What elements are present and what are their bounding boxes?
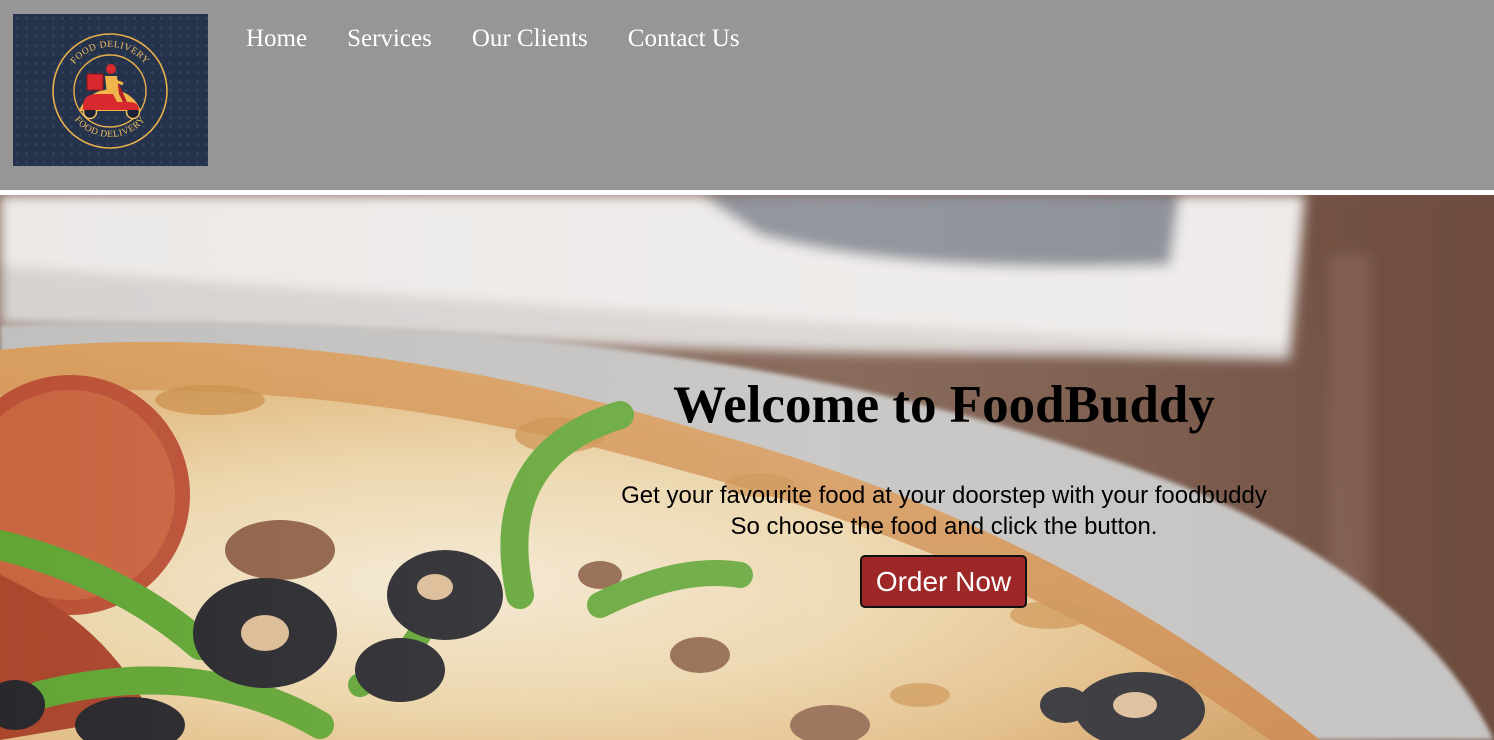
nav-link-services[interactable]: Services bbox=[347, 24, 432, 54]
nav-link-our-clients[interactable]: Our Clients bbox=[472, 24, 588, 54]
svg-text:FOOD DELIVERY: FOOD DELIVERY bbox=[69, 40, 151, 66]
nav-link-home[interactable]: Home bbox=[246, 24, 307, 54]
site-header: FOOD DELIVERY FOOD DELIVERY Home Service… bbox=[0, 0, 1494, 190]
main-nav: Home Services Our Clients Contact Us bbox=[246, 24, 740, 54]
hero-tagline: Get your favourite food at your doorstep… bbox=[584, 480, 1304, 542]
pizza-background-image bbox=[0, 195, 1494, 740]
hero-title: Welcome to FoodBuddy bbox=[673, 376, 1215, 434]
hero-section: Welcome to FoodBuddy Get your favourite … bbox=[0, 195, 1494, 740]
hero-tagline-line-2: So choose the food and click the button. bbox=[730, 513, 1158, 540]
nav-link-contact-us[interactable]: Contact Us bbox=[628, 24, 740, 54]
order-now-button[interactable]: Order Now bbox=[860, 555, 1027, 608]
delivery-scooter-icon: FOOD DELIVERY FOOD DELIVERY bbox=[52, 33, 168, 149]
site-logo[interactable]: FOOD DELIVERY FOOD DELIVERY bbox=[13, 14, 208, 166]
hero-tagline-line-1: Get your favourite food at your doorstep… bbox=[621, 482, 1267, 509]
